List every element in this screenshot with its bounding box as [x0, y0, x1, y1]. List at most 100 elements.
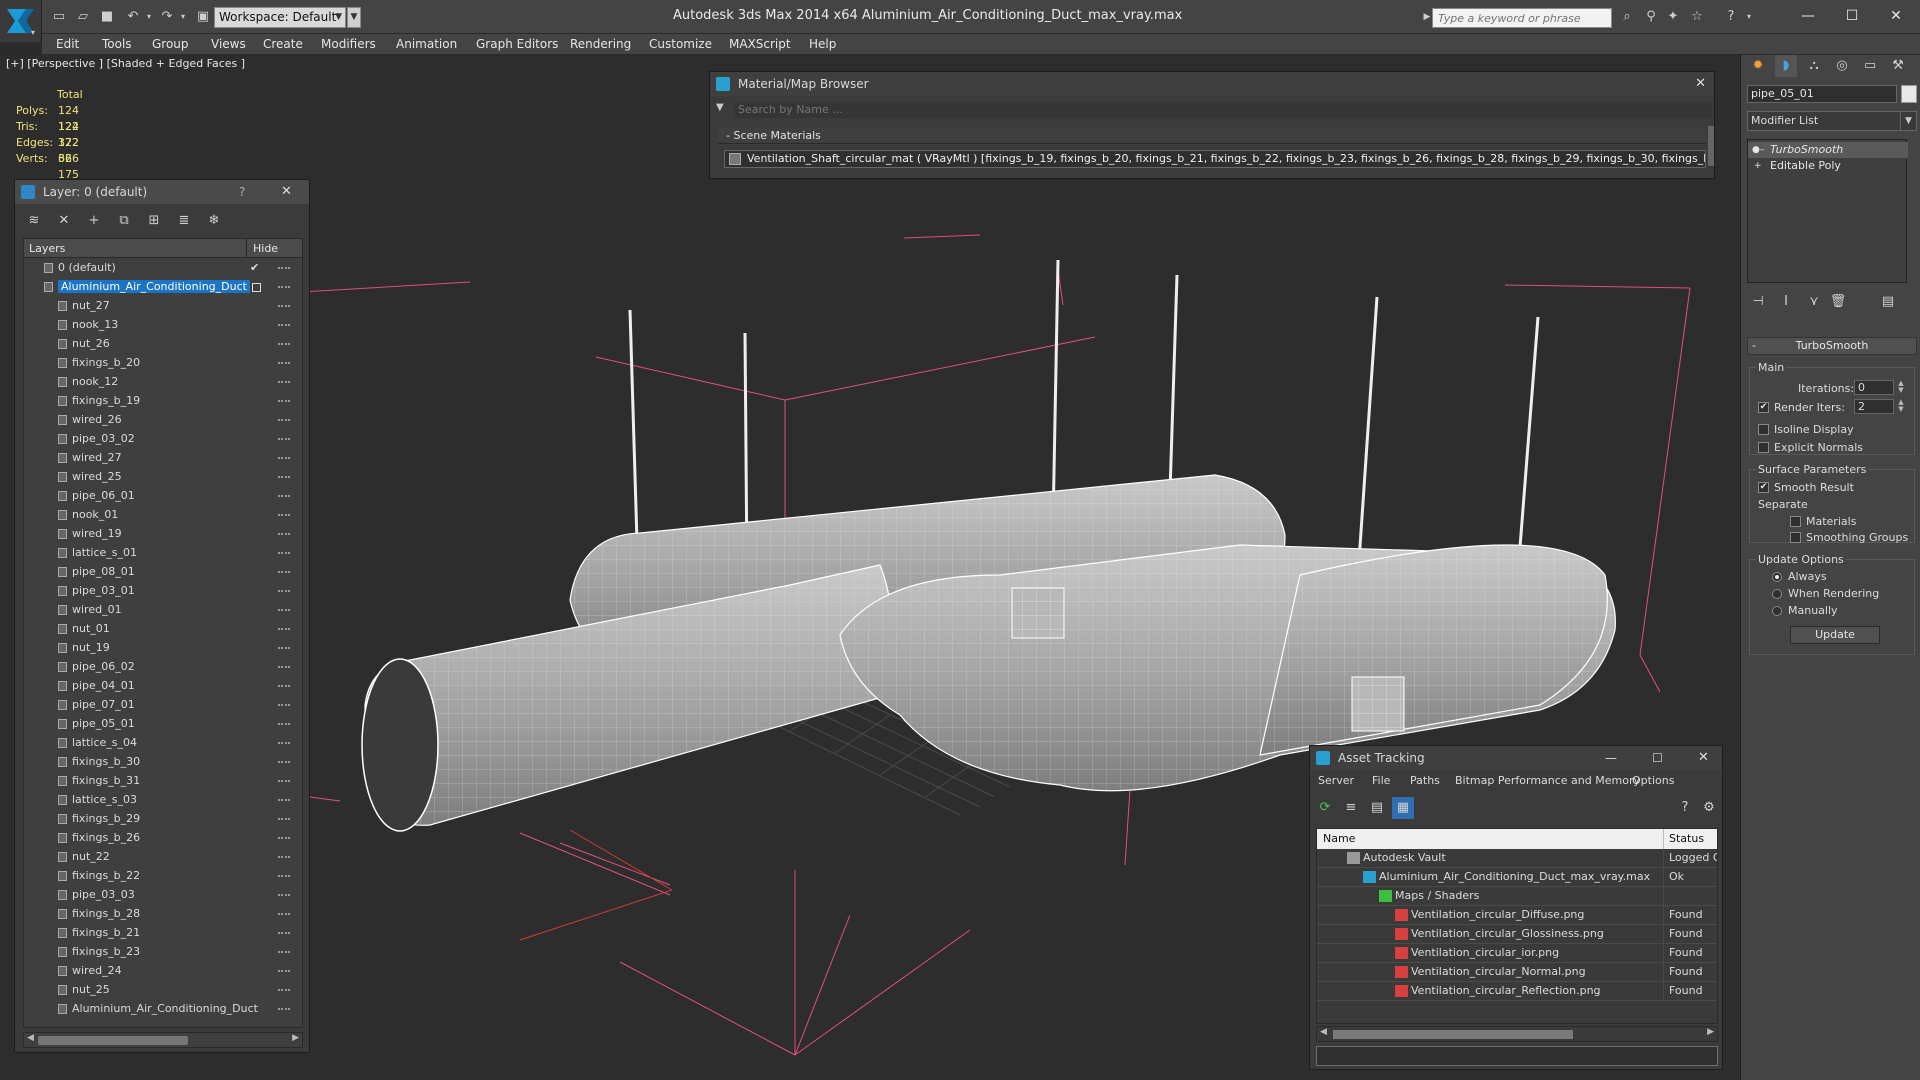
- freeze-all-layers-icon[interactable]: ❄: [203, 210, 225, 232]
- asset-row[interactable]: Ventilation_circular_ior.png Found: [1317, 944, 1717, 963]
- asset-row[interactable]: Aluminium_Air_Conditioning_Duct_max_vray…: [1317, 868, 1717, 887]
- workspace-select[interactable]: Workspace: Default ▼: [214, 7, 346, 28]
- lightbulb-icon[interactable]: ●: [1752, 142, 1760, 158]
- layer-row[interactable]: Aluminium_Air_Conditioning_Duct: [24, 1000, 302, 1019]
- save-file-icon[interactable]: ■: [98, 8, 116, 26]
- menu-item-rendering[interactable]: Rendering: [570, 37, 631, 51]
- layer-row[interactable]: nut_27: [24, 297, 302, 316]
- hide-toggle-icon[interactable]: [278, 818, 290, 820]
- smoothing-groups-checkbox[interactable]: [1790, 532, 1801, 543]
- layer-row[interactable]: Aluminium_Air_Conditioning_Duct: [24, 278, 302, 297]
- key-icon[interactable]: ⚲: [1642, 8, 1660, 26]
- hide-toggle-icon[interactable]: [278, 647, 290, 649]
- layer-row[interactable]: nut_22: [24, 848, 302, 867]
- update-always-radio[interactable]: [1772, 572, 1782, 582]
- select-in-layer-icon[interactable]: ⧉: [113, 210, 135, 232]
- menu-item-help[interactable]: Help: [809, 37, 836, 51]
- maximize-button[interactable]: ☐: [1838, 4, 1866, 28]
- asset-menu-paths[interactable]: Paths: [1410, 774, 1440, 787]
- layer-row[interactable]: nook_12: [24, 373, 302, 392]
- hide-toggle-icon[interactable]: [278, 590, 290, 592]
- hide-toggle-icon[interactable]: [278, 666, 290, 668]
- scrollbar-thumb[interactable]: [1333, 1030, 1573, 1039]
- hide-toggle-icon[interactable]: [278, 457, 290, 459]
- scroll-left-icon[interactable]: ◀: [1320, 1027, 1327, 1037]
- hide-toggle-icon[interactable]: [278, 552, 290, 554]
- open-file-icon[interactable]: ▱: [74, 8, 92, 26]
- hide-toggle-icon[interactable]: [278, 628, 290, 630]
- layer-row[interactable]: nut_19: [24, 639, 302, 658]
- layer-row[interactable]: fixings_b_22: [24, 867, 302, 886]
- materials-checkbox[interactable]: [1790, 516, 1801, 527]
- layer-row[interactable]: fixings_b_20: [24, 354, 302, 373]
- layer-row[interactable]: wired_26: [24, 411, 302, 430]
- stack-item-turbosmooth[interactable]: ● – TurboSmooth: [1748, 142, 1908, 158]
- hide-toggle-icon[interactable]: [278, 723, 290, 725]
- hide-toggle-icon[interactable]: [278, 780, 290, 782]
- column-name[interactable]: Name: [1323, 832, 1355, 845]
- hide-toggle-icon[interactable]: [278, 533, 290, 535]
- menu-item-views[interactable]: Views: [211, 37, 246, 51]
- hide-toggle-icon[interactable]: [278, 419, 290, 421]
- layer-row[interactable]: fixings_b_30: [24, 753, 302, 772]
- menu-item-animation[interactable]: Animation: [396, 37, 457, 51]
- hide-toggle-icon[interactable]: [278, 913, 290, 915]
- layer-horizontal-scrollbar[interactable]: ◀ ▶: [23, 1032, 303, 1048]
- material-browser-title-bar[interactable]: Material/Map Browser ✕: [710, 72, 1714, 96]
- column-status[interactable]: Status: [1663, 829, 1717, 849]
- refresh-icon[interactable]: ⟳: [1314, 797, 1336, 819]
- layer-row[interactable]: fixings_b_19: [24, 392, 302, 411]
- hide-toggle-icon[interactable]: [278, 685, 290, 687]
- configure-sets-icon[interactable]: ▤: [1877, 291, 1899, 313]
- asset-row[interactable]: Ventilation_circular_Diffuse.png Found: [1317, 906, 1717, 925]
- hide-toggle-icon[interactable]: [278, 571, 290, 573]
- keyword-search-input[interactable]: [1438, 9, 1611, 27]
- browser-options-icon[interactable]: ▼: [716, 102, 724, 113]
- object-color-swatch[interactable]: [1901, 85, 1917, 103]
- hide-toggle-icon[interactable]: [278, 476, 290, 478]
- minimize-button[interactable]: —: [1605, 746, 1617, 770]
- show-end-result-icon[interactable]: I: [1775, 291, 1797, 313]
- hide-toggle-icon[interactable]: [278, 799, 290, 801]
- hide-toggle-icon[interactable]: [278, 305, 290, 307]
- keyword-search-field[interactable]: [1432, 8, 1612, 28]
- hide-toggle-icon[interactable]: [278, 704, 290, 706]
- stack-item-editable-poly[interactable]: + Editable Poly: [1748, 158, 1908, 174]
- scrollbar-thumb[interactable]: [38, 1036, 188, 1045]
- highlight-layer-icon[interactable]: ⊞: [143, 210, 165, 232]
- remove-modifier-icon[interactable]: 🗑: [1827, 291, 1849, 313]
- layer-row[interactable]: pipe_04_01: [24, 677, 302, 696]
- hide-toggle-icon[interactable]: [278, 1008, 290, 1010]
- pin-stack-icon[interactable]: ⊣: [1747, 291, 1769, 313]
- update-when-rendering-radio[interactable]: [1772, 589, 1782, 599]
- layer-row[interactable]: lattice_s_01: [24, 544, 302, 563]
- hide-toggle-icon[interactable]: [278, 495, 290, 497]
- material-search-input[interactable]: [738, 103, 1712, 116]
- display-tab-icon[interactable]: ▭: [1859, 55, 1881, 77]
- help-icon[interactable]: ?: [1722, 8, 1740, 26]
- layer-row[interactable]: pipe_03_02: [24, 430, 302, 449]
- scroll-right-icon[interactable]: ▶: [1707, 1027, 1714, 1037]
- layer-row[interactable]: fixings_b_29: [24, 810, 302, 829]
- workspace-dropdown-button[interactable]: ▼: [347, 7, 361, 28]
- communication-icon[interactable]: ✦: [1664, 8, 1682, 26]
- layer-row[interactable]: wired_19: [24, 525, 302, 544]
- layer-row[interactable]: fixings_b_26: [24, 829, 302, 848]
- hide-toggle-icon[interactable]: [278, 324, 290, 326]
- scene-materials-section[interactable]: - Scene Materials: [718, 128, 1706, 144]
- spinner-arrows-icon[interactable]: ▲ ▼: [1896, 399, 1906, 414]
- close-icon[interactable]: ✕: [1698, 746, 1709, 770]
- asset-row[interactable]: Autodesk Vault Logged Out: [1317, 849, 1717, 868]
- layer-row[interactable]: pipe_03_01: [24, 582, 302, 601]
- hide-toggle-icon[interactable]: [278, 894, 290, 896]
- hide-toggle-icon[interactable]: [278, 837, 290, 839]
- column-layers[interactable]: Layers: [29, 242, 65, 255]
- hide-toggle-icon[interactable]: [278, 267, 290, 269]
- make-current-icon[interactable]: [252, 283, 261, 292]
- add-layer-icon[interactable]: +: [83, 210, 105, 232]
- menu-item-modifiers[interactable]: Modifiers: [321, 37, 376, 51]
- update-button[interactable]: Update: [1790, 626, 1880, 644]
- object-name-field[interactable]: pipe_05_01: [1747, 85, 1897, 103]
- modify-tab-icon[interactable]: ◗: [1775, 55, 1797, 77]
- new-file-icon[interactable]: ▭: [50, 8, 68, 26]
